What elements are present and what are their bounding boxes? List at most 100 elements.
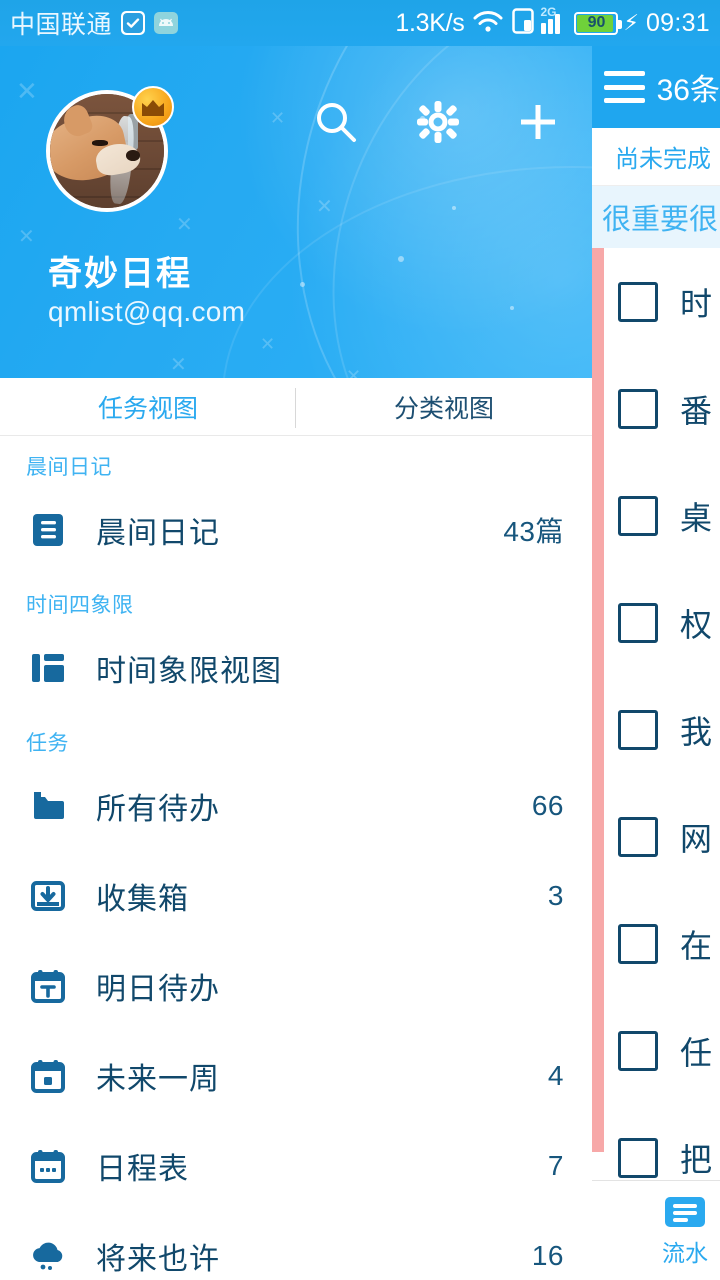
charging-bolt-icon: ⚡ [623, 10, 639, 35]
task-checkbox[interactable] [618, 281, 658, 322]
decor-swirl [222, 166, 592, 378]
drawer-item-journal[interactable]: 晨间日记 43篇 [0, 485, 592, 575]
drawer-item-label: 时间象限视图 [96, 655, 282, 688]
wifi-icon [471, 8, 505, 39]
task-title: 任 [680, 1034, 713, 1071]
avatar[interactable] [46, 86, 174, 212]
status-bar-left: 中国联通 [10, 5, 179, 41]
drawer-header: ✕ ✕ ✕ ✕ ✕ ✕ ✕ ✕ ✕ [0, 46, 592, 378]
task-row[interactable]: 权 [606, 569, 720, 676]
section-title-journal: 晨间日记 [26, 456, 112, 479]
drawer-item-quadrant[interactable]: 时间象限视图 [0, 623, 592, 713]
task-group-header: 很重要很紧 [592, 186, 720, 248]
drawer-item-inbox[interactable]: 收集箱 3 [0, 851, 592, 941]
bottom-nav-label: 流水 [662, 1239, 708, 1266]
tab-incomplete[interactable]: 尚未完成 [601, 139, 711, 174]
section-title-tasks: 任务 [26, 732, 69, 755]
task-title: 我 [680, 713, 713, 750]
drawer-item-count: 66 [531, 790, 564, 821]
drawer-item-next-week[interactable]: 未来一周 4 [0, 1031, 592, 1121]
task-group-label: 很重要很紧 [602, 204, 720, 236]
decor-x: ✕ [18, 226, 35, 248]
drawer-item-tomorrow[interactable]: 明日待办 [0, 941, 592, 1031]
tab-task-view[interactable]: 任务视图 [0, 389, 296, 425]
drawer-item-schedule[interactable]: 日程表 7 [0, 1121, 592, 1211]
drawer-item-label: 未来一周 [96, 1063, 220, 1096]
status-bar: 中国联通 1.3K/s 2G 90 ⚡ 09:31 [0, 0, 720, 46]
task-title: 权 [680, 606, 713, 643]
decor-x: ✕ [176, 214, 193, 236]
battery-level-label: 90 [587, 14, 606, 31]
task-count-label: 36条 [656, 74, 720, 107]
task-row[interactable]: 时 [606, 248, 720, 355]
drawer-item-count: 43篇 [503, 516, 564, 547]
task-checkbox[interactable] [618, 1030, 658, 1071]
decor-dot [510, 306, 514, 310]
shiba-nose [126, 150, 140, 161]
drawer-item-label: 日程表 [96, 1153, 189, 1186]
priority-strip [592, 248, 604, 1152]
task-row[interactable]: 任 [606, 997, 720, 1104]
drawer-item-count: 4 [547, 1060, 564, 1091]
network-speed-label: 1.3K/s [395, 8, 465, 37]
status-bar-right: 1.3K/s 2G 90 ⚡ 09:31 [395, 5, 710, 39]
check-badge-icon [121, 11, 146, 35]
drawer-item-label: 将来也许 [96, 1243, 220, 1276]
username-label: 奇妙日程 [48, 255, 192, 293]
gear-icon[interactable] [412, 96, 464, 148]
drawer-item-someday[interactable]: 将来也许 16 [0, 1211, 592, 1280]
signal-bars-icon: 2G [540, 5, 567, 34]
task-title: 时 [680, 285, 713, 322]
task-checkbox[interactable] [618, 709, 658, 750]
section-title-quadrant: 时间四象限 [26, 594, 134, 617]
plus-icon[interactable] [512, 96, 564, 148]
drawer-list: 晨间日记 晨间日记 43篇 时间四象限 时间象限视图 任务 所有待办 66 收集… [0, 437, 592, 1280]
carrier-label: 中国联通 [10, 11, 113, 39]
someday-cloud-icon [26, 1234, 70, 1278]
drawer-item-all-todo[interactable]: 所有待办 66 [0, 761, 592, 851]
schedule-icon [26, 1144, 70, 1188]
task-row[interactable]: 桌 [606, 462, 720, 569]
android-robot-icon [154, 12, 179, 34]
task-title: 番 [680, 392, 713, 429]
task-row[interactable]: 网 [606, 783, 720, 890]
shiba-eye [92, 140, 108, 146]
bottom-nav[interactable]: 流水 [592, 1180, 720, 1280]
drawer-item-count: 16 [531, 1240, 564, 1271]
tomorrow-icon [26, 964, 70, 1008]
clock-label: 09:31 [645, 8, 710, 37]
task-row[interactable]: 番 [606, 355, 720, 462]
task-list-panel: 36条 尚未完成 很重要很紧 时 番 桌 权 [592, 46, 720, 1280]
decor-x: ✕ [346, 366, 362, 378]
search-icon[interactable] [310, 96, 362, 148]
task-checkbox[interactable] [618, 388, 658, 429]
crown-icon [132, 86, 174, 128]
network-gen-label: 2G [540, 5, 557, 19]
journal-icon [26, 508, 70, 552]
drawer-item-label: 明日待办 [96, 973, 220, 1006]
sim-card-icon [512, 7, 535, 39]
decor-x: ✕ [170, 354, 187, 376]
task-checkbox[interactable] [618, 1137, 658, 1178]
task-panel-tabs: 尚未完成 [592, 128, 720, 186]
drawer-item-count: 7 [547, 1150, 564, 1181]
drawer-item-label: 收集箱 [96, 883, 189, 916]
list-flow-icon [663, 1194, 707, 1230]
task-checkbox[interactable] [618, 495, 658, 536]
task-checkbox[interactable] [618, 923, 658, 964]
task-row[interactable]: 我 [606, 676, 720, 783]
inbox-icon [26, 874, 70, 918]
hamburger-icon[interactable] [604, 71, 645, 103]
task-checkbox[interactable] [618, 816, 658, 857]
view-tabs: 任务视图 分类视图 [0, 378, 592, 436]
email-label: qmlist@qq.com [48, 296, 246, 327]
task-title: 在 [680, 927, 713, 964]
app-root: 中国联通 1.3K/s 2G 90 ⚡ 09:31 ✕ ✕ ✕ ✕ ✕ ✕ ✕ … [0, 0, 720, 1280]
decor-x: ✕ [316, 196, 333, 218]
task-row[interactable]: 在 [606, 890, 720, 997]
decor-dot [398, 256, 404, 262]
task-checkbox[interactable] [618, 602, 658, 643]
all-todo-icon [26, 784, 70, 828]
tab-category-view[interactable]: 分类视图 [296, 389, 592, 425]
task-title: 网 [680, 820, 713, 857]
